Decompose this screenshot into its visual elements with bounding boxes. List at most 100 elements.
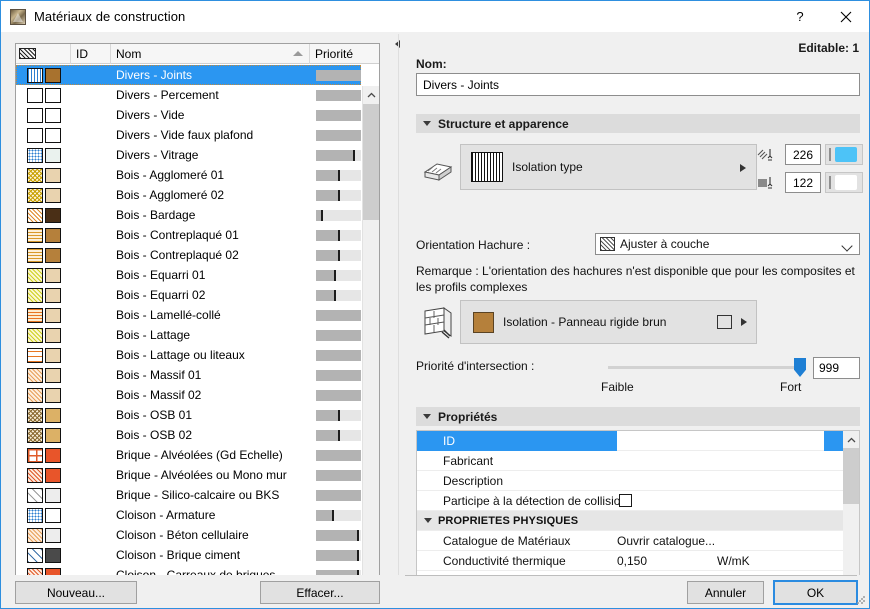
table-row[interactable]: Divers - Vide [16,105,361,125]
table-row[interactable]: Bois - Contreplaqué 01 [16,225,361,245]
table-row[interactable]: Cloison - Brique ciment [16,545,361,565]
table-row[interactable]: Bois - Lamellé-collé [16,305,361,325]
hatch-swatch-icon [27,107,43,123]
table-row[interactable]: Bois - Lattage [16,325,361,345]
name-input[interactable] [416,73,860,96]
table-row[interactable]: Bois - Contreplaqué 02 [16,245,361,265]
column-header-nom[interactable]: Nom [111,44,310,64]
cell-name: Divers - Vide [116,108,185,122]
surface-material-selector[interactable]: Isolation - Panneau rigide brun [460,300,757,344]
table-row[interactable]: Bois - Massif 01 [16,365,361,385]
table-row[interactable]: Divers - Vitrage [16,145,361,165]
scroll-up-icon[interactable] [363,86,379,103]
cell-priority [310,389,361,401]
table-row[interactable]: Brique - Silico-calcaire ou BKS [16,485,361,505]
property-row[interactable]: Participe à la détection de collision [417,491,844,511]
new-button[interactable]: Nouveau... [15,581,137,604]
row-swatches [16,447,71,463]
hatch-swatch-icon [27,547,43,563]
list-scrollbar[interactable] [362,86,379,575]
table-row[interactable]: Bois - Massif 02 [16,385,361,405]
table-row[interactable]: Bois - OSB 02 [16,425,361,445]
orientation-value-label: Ajuster à couche [620,237,710,251]
section-header-properties[interactable]: Propriétés [416,407,860,426]
hatch-pattern-selector[interactable]: Isolation type [460,144,757,190]
color-swatch-icon [45,187,61,203]
row-swatches [16,167,71,183]
priority-value-input[interactable] [813,357,860,379]
hatch-pen-row [757,144,863,165]
pane-divider [398,34,399,575]
table-row[interactable]: Cloison - Béton cellulaire [16,525,361,545]
delete-button[interactable]: Effacer... [260,581,380,604]
ok-button[interactable]: OK [773,580,858,605]
table-row[interactable]: Divers - Vide faux plafond [16,125,361,145]
table-row[interactable]: Bois - Lattage ou liteaux [16,345,361,365]
background-pen-color-swatch[interactable] [825,172,863,193]
property-row[interactable]: Fabricant [417,451,844,471]
table-row[interactable]: Divers - Percement [16,85,361,105]
property-group-row[interactable]: PROPRIETES PHYSIQUES [417,511,844,531]
collision-detection-checkbox[interactable] [619,494,632,507]
orientation-dropdown[interactable]: Ajuster à couche [595,233,860,255]
hatch-swatch-icon [27,187,43,203]
cell-name: Bois - Agglomeré 02 [116,188,225,202]
table-row[interactable]: Brique - Alvéolées (Gd Echelle) [16,445,361,465]
color-swatch-icon [45,127,61,143]
priority-bar-fill [316,189,339,201]
cancel-button[interactable]: Annuler [687,581,764,604]
help-icon[interactable]: ? [777,1,823,32]
hatch-swatch-icon [27,387,43,403]
column-header-priorite[interactable]: Priorité [310,44,379,64]
property-row[interactable]: Catalogue de Matériaux Ouvrir catalogue..… [417,531,844,551]
cell-name: Bois - Equarri 02 [116,288,206,302]
cell-name: Bois - Lattage [116,328,191,342]
priority-bar [316,469,361,481]
priority-bar-fill [316,309,361,321]
close-icon[interactable] [823,1,869,32]
priority-bar [316,489,361,501]
properties-grid: ID Fabricant Description Participe à la dét… [416,430,860,588]
color-swatch-icon [45,327,61,343]
hatch-swatch-icon [27,327,43,343]
color-swatch-icon [45,467,61,483]
color-swatch-icon [45,307,61,323]
table-row[interactable]: Bois - Bardage [16,205,361,225]
cell-name: Brique - Alvéolées (Gd Echelle) [116,448,283,462]
image-preview-icon[interactable] [717,315,732,329]
hatch-swatch-icon [27,487,43,503]
table-row[interactable]: Bois - Agglomeré 02 [16,185,361,205]
table-row[interactable]: Cloison - Armature [16,505,361,525]
table-row[interactable]: Bois - Agglomeré 01 [16,165,361,185]
row-swatches [16,147,71,163]
collapse-panel-icon[interactable] [391,37,403,51]
property-row[interactable]: ID [417,431,844,451]
hatch-pen-number-input[interactable] [785,144,821,165]
scroll-up-icon[interactable] [843,431,859,448]
property-name: Participe à la détection de collision [443,493,628,508]
cell-name: Cloison - Armature [116,508,216,522]
priority-slider-thumb[interactable] [794,358,806,377]
table-row[interactable]: Bois - OSB 01 [16,405,361,425]
properties-scrollbar[interactable] [843,431,859,587]
priority-bar-fill [316,369,361,381]
hatch-name-label: Isolation type [512,160,583,174]
resize-grip[interactable] [856,595,866,605]
background-pen-number-input[interactable] [785,172,821,193]
property-row[interactable]: Description [417,471,844,491]
scrollbar-thumb[interactable] [843,448,859,504]
scrollbar-thumb[interactable] [363,104,379,220]
section-header-structure[interactable]: Structure et apparence [416,114,860,133]
hatch-pen-color-swatch[interactable] [825,144,863,165]
table-row[interactable]: Bois - Equarri 02 [16,285,361,305]
column-header-swatch[interactable] [16,44,71,64]
table-row[interactable]: Divers - Joints [16,65,361,85]
property-name: ID [443,433,455,448]
table-row[interactable]: Bois - Equarri 01 [16,265,361,285]
property-row[interactable]: Conductivité thermique 0,150 W/mK [417,551,844,571]
priority-slider-track[interactable] [608,366,802,369]
table-row[interactable]: Brique - Alvéolées ou Mono mur [16,465,361,485]
column-header-id[interactable]: ID [71,44,111,64]
row-swatches [16,187,71,203]
row-swatches [16,327,71,343]
